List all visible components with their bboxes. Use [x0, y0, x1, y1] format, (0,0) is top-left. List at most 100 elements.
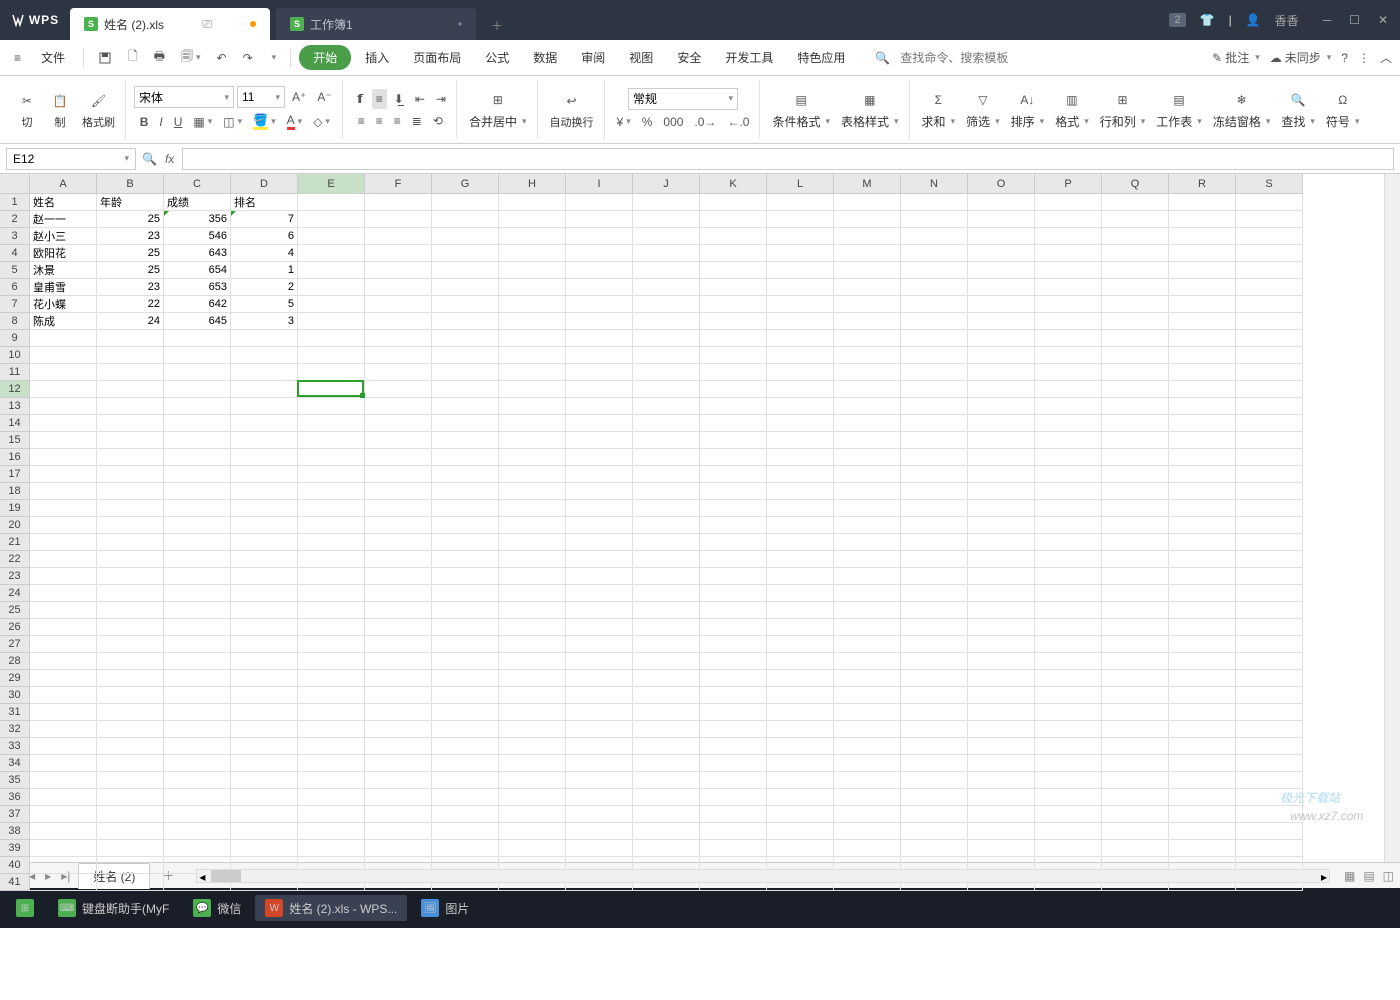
cell[interactable] — [834, 245, 901, 262]
cell[interactable] — [767, 500, 834, 517]
cell[interactable] — [566, 840, 633, 857]
cell[interactable] — [1102, 772, 1169, 789]
cell[interactable] — [365, 245, 432, 262]
cell[interactable]: 653 — [164, 279, 231, 296]
col-header-G[interactable]: G — [432, 174, 499, 194]
cell[interactable] — [566, 245, 633, 262]
cell[interactable] — [968, 840, 1035, 857]
task-wps[interactable]: W姓名 (2).xls - WPS... — [255, 895, 407, 921]
cell[interactable] — [164, 500, 231, 517]
align-top-button[interactable]: ⬆̄ — [351, 89, 369, 109]
cell[interactable] — [633, 585, 700, 602]
cell[interactable] — [767, 262, 834, 279]
new-tab-button[interactable]: ＋ — [482, 10, 512, 40]
cell[interactable] — [1236, 381, 1303, 398]
cell[interactable] — [499, 245, 566, 262]
cell[interactable] — [566, 823, 633, 840]
cell[interactable] — [834, 347, 901, 364]
cell[interactable] — [298, 194, 365, 211]
cell[interactable] — [1035, 806, 1102, 823]
cell[interactable] — [1169, 228, 1236, 245]
cell[interactable] — [767, 245, 834, 262]
cell[interactable] — [633, 619, 700, 636]
cell[interactable] — [901, 211, 968, 228]
cell[interactable] — [97, 619, 164, 636]
select-all-corner[interactable] — [0, 174, 30, 194]
cell[interactable] — [298, 755, 365, 772]
cell[interactable] — [767, 806, 834, 823]
cell[interactable] — [164, 704, 231, 721]
clear-format-button[interactable]: ◇▾ — [309, 112, 334, 132]
cell[interactable] — [834, 449, 901, 466]
cell[interactable] — [633, 296, 700, 313]
cell[interactable] — [1102, 585, 1169, 602]
help-icon[interactable]: ? — [1341, 51, 1348, 65]
table-style-button[interactable]: ▦表格样式▾ — [837, 87, 903, 132]
cell[interactable] — [1236, 228, 1303, 245]
cell[interactable] — [1236, 568, 1303, 585]
cell[interactable] — [97, 534, 164, 551]
cell[interactable] — [231, 772, 298, 789]
cell[interactable] — [633, 245, 700, 262]
cell[interactable]: 花小蝶 — [30, 296, 97, 313]
cell[interactable] — [164, 381, 231, 398]
cell[interactable] — [968, 755, 1035, 772]
cell[interactable] — [164, 330, 231, 347]
cell[interactable] — [767, 721, 834, 738]
cell[interactable] — [901, 619, 968, 636]
cell[interactable] — [1236, 806, 1303, 823]
cell[interactable] — [298, 789, 365, 806]
cell[interactable] — [1102, 517, 1169, 534]
cell[interactable] — [1102, 466, 1169, 483]
cell[interactable]: 年龄 — [97, 194, 164, 211]
row-header-23[interactable]: 23 — [0, 568, 30, 585]
cell[interactable] — [231, 449, 298, 466]
cell[interactable] — [834, 806, 901, 823]
row-header-35[interactable]: 35 — [0, 772, 30, 789]
cell[interactable]: 3 — [231, 313, 298, 330]
cell[interactable] — [1236, 670, 1303, 687]
col-header-M[interactable]: M — [834, 174, 901, 194]
cell[interactable] — [231, 466, 298, 483]
cell[interactable] — [968, 585, 1035, 602]
cell[interactable] — [231, 823, 298, 840]
cell[interactable] — [901, 551, 968, 568]
cell[interactable] — [767, 381, 834, 398]
cell[interactable] — [1102, 636, 1169, 653]
cell[interactable] — [231, 585, 298, 602]
cell[interactable] — [968, 194, 1035, 211]
format-painter-button[interactable]: 🖌格式刷 — [78, 88, 119, 132]
cell[interactable] — [30, 823, 97, 840]
decrease-font-button[interactable]: A⁻ — [313, 87, 335, 107]
underline-button[interactable]: U — [170, 112, 187, 132]
cell[interactable] — [566, 364, 633, 381]
cell[interactable] — [231, 347, 298, 364]
tab-review[interactable]: 审阅 — [571, 45, 615, 70]
row-header-41[interactable]: 41 — [0, 874, 30, 891]
user-name[interactable]: 香香 — [1275, 12, 1299, 29]
cell[interactable] — [633, 653, 700, 670]
cell[interactable] — [566, 653, 633, 670]
cell[interactable] — [1169, 347, 1236, 364]
cell[interactable] — [1236, 721, 1303, 738]
cell[interactable]: 成绩 — [164, 194, 231, 211]
row-header-13[interactable]: 13 — [0, 398, 30, 415]
cell[interactable] — [1102, 755, 1169, 772]
cell[interactable] — [298, 296, 365, 313]
row-header-10[interactable]: 10 — [0, 347, 30, 364]
cell[interactable] — [298, 313, 365, 330]
cell[interactable] — [767, 194, 834, 211]
cell[interactable] — [499, 279, 566, 296]
symbol-button[interactable]: Ω符号▾ — [1322, 87, 1364, 132]
cell[interactable] — [767, 398, 834, 415]
cell[interactable] — [432, 228, 499, 245]
print-direct-icon[interactable]: 🗐▾ — [175, 43, 207, 72]
cell[interactable] — [901, 194, 968, 211]
cell[interactable] — [432, 313, 499, 330]
currency-button[interactable]: ¥▾ — [613, 112, 635, 132]
cell[interactable] — [499, 194, 566, 211]
cell[interactable] — [834, 279, 901, 296]
cell[interactable] — [1035, 466, 1102, 483]
cell[interactable] — [1169, 279, 1236, 296]
cell[interactable] — [432, 245, 499, 262]
